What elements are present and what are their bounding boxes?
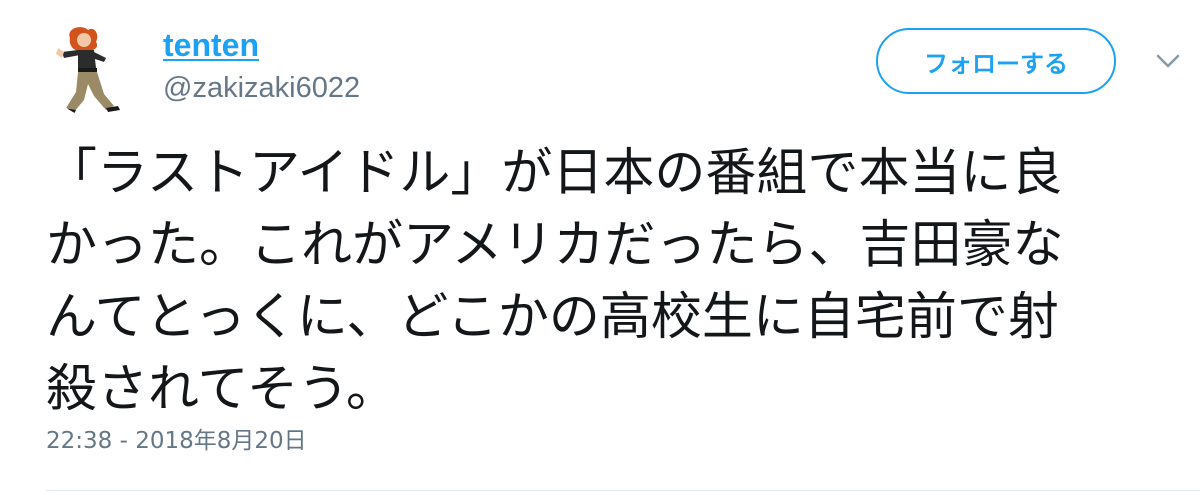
tweet-timestamp[interactable]: 22:38 - 2018年8月20日	[46, 425, 307, 457]
tweet-card: tenten @zakizaki6022 フォローする 「ラストアイドル」が日本…	[0, 0, 1200, 493]
avatar[interactable]	[48, 22, 144, 118]
user-handle[interactable]: @zakizaki6022	[163, 71, 360, 105]
tweet-text-line: んてとっくに、どこかの高校生に自宅前で射	[46, 288, 1059, 347]
follow-button[interactable]: フォローする	[876, 28, 1116, 94]
chevron-down-icon[interactable]	[1155, 50, 1181, 72]
tweet-text-line: かった。これがアメリカだったら、吉田豪な	[46, 216, 1064, 275]
divider	[46, 490, 1200, 491]
tweet-text-line: 殺されてそう。	[46, 360, 397, 419]
tweet-text-line: 「ラストアイドル」が日本の番組で本当に良	[46, 144, 1063, 203]
cartoon-character-avatar-icon	[56, 27, 120, 114]
tweet-text: 「ラストアイドル」が日本の番組で本当に良 かった。これがアメリカだったら、吉田豪…	[46, 138, 1176, 426]
display-name[interactable]: tenten	[163, 26, 259, 64]
